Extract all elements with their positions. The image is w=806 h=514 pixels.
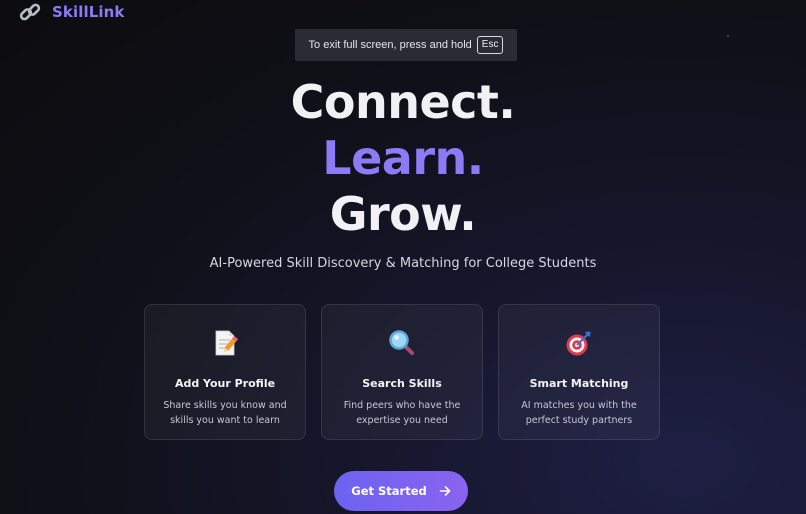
- hero-line-learn: Learn.: [322, 131, 484, 185]
- esc-key-badge: Esc: [476, 36, 504, 54]
- background-dot: [727, 35, 729, 37]
- get-started-button[interactable]: Get Started: [334, 471, 468, 511]
- feature-card-title: Search Skills: [362, 377, 442, 390]
- magnifier-icon: [389, 330, 414, 355]
- memo-icon: [215, 330, 238, 356]
- get-started-label: Get Started: [351, 484, 427, 498]
- feature-card-search-skills: Search Skills Find peers who have the ex…: [321, 304, 483, 440]
- arrow-right-icon: [439, 486, 451, 496]
- feature-cards: Add Your Profile Share skills you know a…: [144, 304, 660, 440]
- link-icon: [19, 3, 41, 21]
- fullscreen-notice-text: To exit full screen, press and hold: [308, 39, 472, 51]
- hero-subtitle: AI-Powered Skill Discovery & Matching fo…: [209, 256, 597, 271]
- target-icon: [566, 331, 591, 356]
- feature-card-smart-matching: Smart Matching AI matches you with the p…: [498, 304, 660, 440]
- hero-line-connect: Connect.: [290, 75, 516, 129]
- brand-logo[interactable]: SkillLink: [18, 0, 124, 24]
- feature-card-add-profile: Add Your Profile Share skills you know a…: [144, 304, 306, 440]
- feature-card-description: Share skills you know and skills you wan…: [163, 400, 287, 426]
- brand-name: SkillLink: [52, 3, 125, 21]
- hero-line-grow: Grow.: [329, 187, 477, 241]
- feature-card-title: Add Your Profile: [174, 377, 276, 390]
- feature-card-description: AI matches you with the perfect study pa…: [521, 400, 637, 426]
- feature-card-title: Smart Matching: [529, 377, 629, 390]
- fullscreen-exit-notice: To exit full screen, press and hold Esc: [295, 29, 517, 61]
- hero-heading: Connect. Learn. Grow.: [0, 74, 806, 242]
- feature-card-description: Find peers who have the expertise you ne…: [343, 400, 461, 426]
